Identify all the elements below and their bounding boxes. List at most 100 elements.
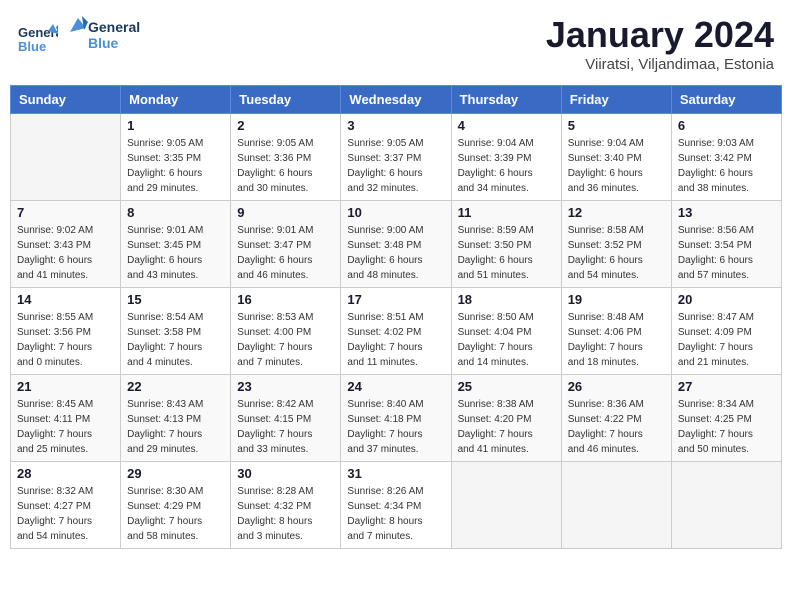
day-info: Sunrise: 9:00 AM Sunset: 3:48 PM Dayligh… (347, 223, 444, 283)
subtitle: Viiratsi, Viljandimaa, Estonia (546, 56, 774, 73)
day-info: Sunrise: 9:05 AM Sunset: 3:36 PM Dayligh… (237, 136, 334, 196)
weekday-header-saturday: Saturday (671, 86, 781, 114)
day-info: Sunrise: 8:32 AM Sunset: 4:27 PM Dayligh… (17, 484, 114, 544)
day-number: 30 (237, 466, 334, 481)
day-number: 17 (347, 292, 444, 307)
day-cell: 28 Sunrise: 8:32 AM Sunset: 4:27 PM Dayli… (11, 462, 121, 549)
logo-text-area: General Blue (60, 14, 150, 63)
day-number: 18 (458, 292, 555, 307)
day-number: 11 (458, 205, 555, 220)
day-cell: 7 Sunrise: 9:02 AM Sunset: 3:43 PM Daylig… (11, 201, 121, 288)
svg-text:Blue: Blue (18, 39, 46, 54)
day-info: Sunrise: 8:30 AM Sunset: 4:29 PM Dayligh… (127, 484, 224, 544)
day-number: 9 (237, 205, 334, 220)
day-cell: 13 Sunrise: 8:56 AM Sunset: 3:54 PM Dayli… (671, 201, 781, 288)
day-cell: 5Sunrise: 9:04 AM Sunset: 3:40 PM Daylig… (561, 114, 671, 201)
day-info: Sunrise: 9:02 AM Sunset: 3:43 PM Dayligh… (17, 223, 114, 283)
calendar-table: SundayMondayTuesdayWednesdayThursdayFrid… (10, 85, 782, 549)
day-number: 27 (678, 379, 775, 394)
day-cell: 29 Sunrise: 8:30 AM Sunset: 4:29 PM Dayli… (121, 462, 231, 549)
day-info: Sunrise: 8:50 AM Sunset: 4:04 PM Dayligh… (458, 310, 555, 370)
day-number: 16 (237, 292, 334, 307)
day-info: Sunrise: 8:56 AM Sunset: 3:54 PM Dayligh… (678, 223, 775, 283)
day-number: 19 (568, 292, 665, 307)
day-cell: 24Sunrise: 8:40 AM Sunset: 4:18 PM Dayli… (341, 375, 451, 462)
day-info: Sunrise: 9:04 AM Sunset: 3:39 PM Dayligh… (458, 136, 555, 196)
day-cell: 15 Sunrise: 8:54 AM Sunset: 3:58 PM Dayli… (121, 288, 231, 375)
day-cell: 20Sunrise: 8:47 AM Sunset: 4:09 PM Dayli… (671, 288, 781, 375)
svg-text:Blue: Blue (88, 35, 119, 51)
day-cell: 31Sunrise: 8:26 AM Sunset: 4:34 PM Dayli… (341, 462, 451, 549)
day-number: 26 (568, 379, 665, 394)
day-number: 3 (347, 118, 444, 133)
svg-text:General: General (88, 19, 140, 35)
weekday-header-friday: Friday (561, 86, 671, 114)
day-info: Sunrise: 9:05 AM Sunset: 3:37 PM Dayligh… (347, 136, 444, 196)
day-info: Sunrise: 9:03 AM Sunset: 3:42 PM Dayligh… (678, 136, 775, 196)
day-number: 1 (127, 118, 224, 133)
day-info: Sunrise: 8:55 AM Sunset: 3:56 PM Dayligh… (17, 310, 114, 370)
day-info: Sunrise: 8:38 AM Sunset: 4:20 PM Dayligh… (458, 397, 555, 457)
day-cell: 12 Sunrise: 8:58 AM Sunset: 3:52 PM Dayli… (561, 201, 671, 288)
day-cell: 23 Sunrise: 8:42 AM Sunset: 4:15 PM Dayli… (231, 375, 341, 462)
weekday-header-monday: Monday (121, 86, 231, 114)
day-info: Sunrise: 8:53 AM Sunset: 4:00 PM Dayligh… (237, 310, 334, 370)
day-number: 2 (237, 118, 334, 133)
title-area: January 2024 Viiratsi, Viljandimaa, Esto… (546, 14, 774, 73)
day-number: 14 (17, 292, 114, 307)
logo-icon: General Blue (18, 19, 58, 59)
day-info: Sunrise: 8:36 AM Sunset: 4:22 PM Dayligh… (568, 397, 665, 457)
day-info: Sunrise: 8:34 AM Sunset: 4:25 PM Dayligh… (678, 397, 775, 457)
day-cell: 10Sunrise: 9:00 AM Sunset: 3:48 PM Dayli… (341, 201, 451, 288)
weekday-header-wednesday: Wednesday (341, 86, 451, 114)
day-cell: 9 Sunrise: 9:01 AM Sunset: 3:47 PM Daylig… (231, 201, 341, 288)
main-title: January 2024 (546, 14, 774, 56)
day-number: 15 (127, 292, 224, 307)
day-info: Sunrise: 8:58 AM Sunset: 3:52 PM Dayligh… (568, 223, 665, 283)
day-info: Sunrise: 9:04 AM Sunset: 3:40 PM Dayligh… (568, 136, 665, 196)
weekday-header-sunday: Sunday (11, 86, 121, 114)
day-cell: 25 Sunrise: 8:38 AM Sunset: 4:20 PM Dayli… (451, 375, 561, 462)
day-info: Sunrise: 8:54 AM Sunset: 3:58 PM Dayligh… (127, 310, 224, 370)
day-number: 31 (347, 466, 444, 481)
day-number: 12 (568, 205, 665, 220)
day-number: 7 (17, 205, 114, 220)
page-header: General Blue General Blue January 2024 V… (10, 10, 782, 77)
logo: General Blue General Blue (18, 14, 150, 63)
day-number: 25 (458, 379, 555, 394)
day-info: Sunrise: 8:51 AM Sunset: 4:02 PM Dayligh… (347, 310, 444, 370)
day-info: Sunrise: 9:01 AM Sunset: 3:47 PM Dayligh… (237, 223, 334, 283)
day-info: Sunrise: 8:42 AM Sunset: 4:15 PM Dayligh… (237, 397, 334, 457)
week-row-3: 14 Sunrise: 8:55 AM Sunset: 3:56 PM Dayli… (11, 288, 782, 375)
day-cell (11, 114, 121, 201)
day-cell: 2 Sunrise: 9:05 AM Sunset: 3:36 PM Daylig… (231, 114, 341, 201)
day-number: 6 (678, 118, 775, 133)
day-number: 21 (17, 379, 114, 394)
day-info: Sunrise: 8:59 AM Sunset: 3:50 PM Dayligh… (458, 223, 555, 283)
day-number: 29 (127, 466, 224, 481)
day-cell: 16 Sunrise: 8:53 AM Sunset: 4:00 PM Dayli… (231, 288, 341, 375)
logo-svg: General Blue (60, 14, 150, 58)
day-info: Sunrise: 9:01 AM Sunset: 3:45 PM Dayligh… (127, 223, 224, 283)
day-cell: 19 Sunrise: 8:48 AM Sunset: 4:06 PM Dayli… (561, 288, 671, 375)
day-cell: 1Sunrise: 9:05 AM Sunset: 3:35 PM Daylig… (121, 114, 231, 201)
day-info: Sunrise: 8:48 AM Sunset: 4:06 PM Dayligh… (568, 310, 665, 370)
day-cell (451, 462, 561, 549)
day-info: Sunrise: 8:43 AM Sunset: 4:13 PM Dayligh… (127, 397, 224, 457)
weekday-header-row: SundayMondayTuesdayWednesdayThursdayFrid… (11, 86, 782, 114)
week-row-5: 28 Sunrise: 8:32 AM Sunset: 4:27 PM Dayli… (11, 462, 782, 549)
day-number: 22 (127, 379, 224, 394)
weekday-header-tuesday: Tuesday (231, 86, 341, 114)
day-info: Sunrise: 8:28 AM Sunset: 4:32 PM Dayligh… (237, 484, 334, 544)
day-cell: 26 Sunrise: 8:36 AM Sunset: 4:22 PM Dayli… (561, 375, 671, 462)
day-info: Sunrise: 8:45 AM Sunset: 4:11 PM Dayligh… (17, 397, 114, 457)
weekday-header-thursday: Thursday (451, 86, 561, 114)
day-number: 28 (17, 466, 114, 481)
day-cell: 11 Sunrise: 8:59 AM Sunset: 3:50 PM Dayli… (451, 201, 561, 288)
day-number: 4 (458, 118, 555, 133)
day-info: Sunrise: 8:40 AM Sunset: 4:18 PM Dayligh… (347, 397, 444, 457)
day-cell: 4 Sunrise: 9:04 AM Sunset: 3:39 PM Daylig… (451, 114, 561, 201)
day-number: 13 (678, 205, 775, 220)
day-number: 23 (237, 379, 334, 394)
day-cell: 14 Sunrise: 8:55 AM Sunset: 3:56 PM Dayli… (11, 288, 121, 375)
